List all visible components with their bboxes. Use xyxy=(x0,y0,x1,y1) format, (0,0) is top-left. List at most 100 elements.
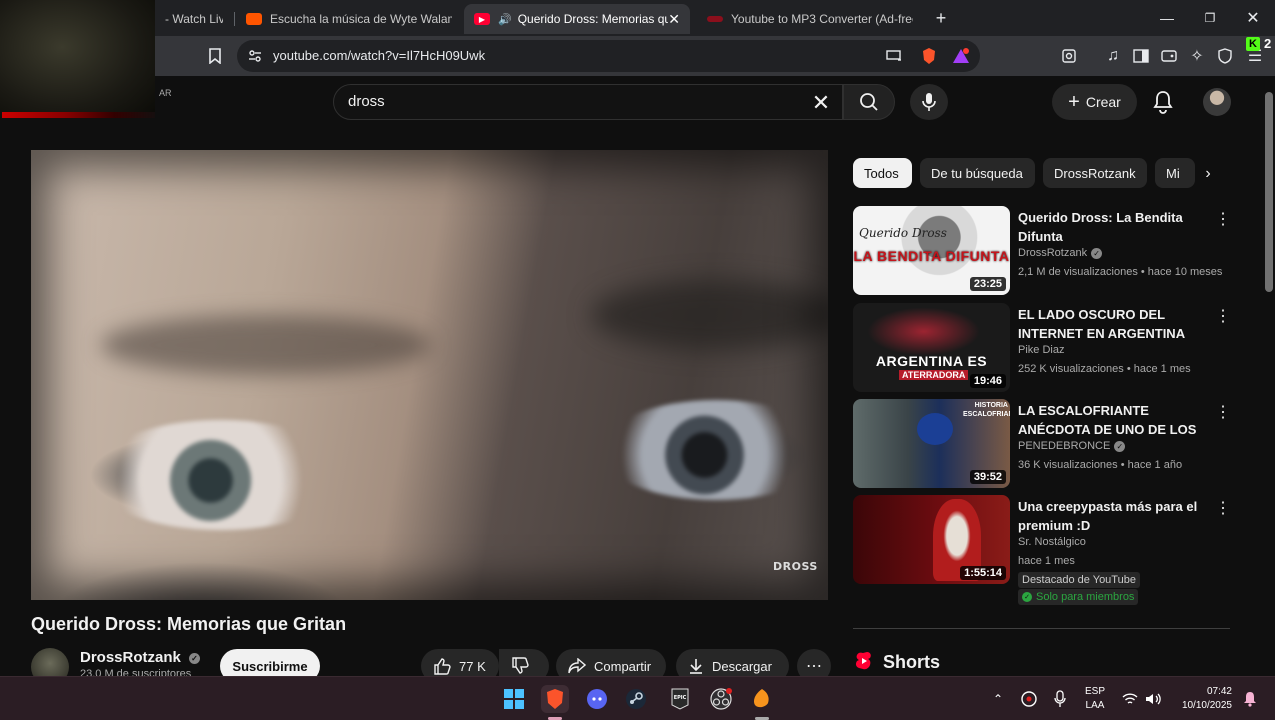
brave-shields-icon[interactable] xyxy=(917,44,941,68)
browser-tab-bar: - Watch Live Escucha la música de Wyte W… xyxy=(0,0,1275,36)
recommendation-channel[interactable]: Pike Diaz xyxy=(1018,344,1064,356)
recommendation-channel[interactable]: Sr. Nostálgico xyxy=(1018,536,1086,548)
chevron-right-icon[interactable]: › xyxy=(1195,160,1221,188)
minimize-icon[interactable]: — xyxy=(1152,6,1182,30)
discord-icon[interactable] xyxy=(583,685,611,713)
verified-icon: ✓ xyxy=(1114,440,1126,452)
tab-label: Querido Dross: Memorias que xyxy=(517,12,668,26)
video-thumbnail[interactable]: ARGENTINA ES ATERRADORA 19:46 xyxy=(853,303,1010,392)
chip-todos[interactable]: Todos xyxy=(853,158,912,188)
video-thumbnail[interactable]: 1:55:14 xyxy=(853,495,1010,584)
kick-extension-badge[interactable]: K 2 xyxy=(1246,36,1271,51)
close-tab-icon[interactable]: ✕ xyxy=(668,11,680,28)
channel-name-text: DrossRotzank xyxy=(80,649,181,666)
clear-search-icon[interactable]: ✕ xyxy=(809,90,833,115)
chip-drossrotzank[interactable]: DrossRotzank xyxy=(1043,158,1147,188)
recommendation-meta: 252 K visualizaciones • hace 1 mes xyxy=(1018,363,1191,375)
close-window-icon[interactable]: ✕ xyxy=(1238,6,1268,30)
youtube-icon: ▶ xyxy=(474,13,490,25)
sidebar-icon[interactable] xyxy=(1129,44,1153,68)
obs-studio-icon[interactable] xyxy=(707,685,735,713)
windows-taskbar: EPIC ⌃ ESP LAA 07:42 10/10/2025 xyxy=(0,676,1275,720)
tab-watch-live[interactable]: - Watch Live xyxy=(155,4,233,34)
recommendation-item[interactable]: ARGENTINA ES ATERRADORA 19:46 EL LADO OS… xyxy=(853,303,1233,393)
recommendation-title[interactable]: Querido Dross: La Bendita Difunta xyxy=(1018,208,1208,246)
video-thumbnail[interactable]: HISTORIA ESCALOFRIANTE! 39:52 xyxy=(853,399,1010,488)
thumbnail-text: HISTORIA ESCALOFRIANTE! xyxy=(963,402,1010,418)
music-icon[interactable]: ♫ xyxy=(1101,44,1125,68)
recommendation-channel[interactable]: PENEDEBRONCE ✓ xyxy=(1018,440,1126,452)
members-icon: ✓ xyxy=(1022,592,1032,602)
video-duration: 19:46 xyxy=(969,374,1006,388)
kick-icon: K xyxy=(1246,36,1260,51)
recommendation-item[interactable]: Querido Dross LA BENDITA DIFUNTA 23:25 Q… xyxy=(853,206,1233,296)
fl-studio-icon[interactable] xyxy=(748,685,776,713)
clock-date: 10/10/2025 xyxy=(1181,700,1232,711)
tab-divider xyxy=(234,12,235,26)
video-player[interactable]: DROSS xyxy=(31,150,828,600)
tray-app-icon[interactable] xyxy=(1016,685,1042,713)
vpn-icon[interactable] xyxy=(1213,44,1237,68)
clock[interactable]: 07:42 10/10/2025 xyxy=(1170,685,1232,713)
chip-de-tu-busqueda[interactable]: De tu búsqueda xyxy=(920,158,1035,188)
kick-count: 2 xyxy=(1264,36,1272,51)
leo-ai-icon[interactable]: ✧ xyxy=(1185,44,1209,68)
plus-icon: + xyxy=(1068,91,1080,113)
search-box[interactable]: ✕ xyxy=(333,84,843,120)
tab-active-video[interactable]: ▶ 🔊 Querido Dross: Memorias que ✕ xyxy=(464,4,690,34)
create-button[interactable]: + Crear xyxy=(1052,84,1137,120)
site-settings-icon[interactable] xyxy=(243,44,267,68)
recommendation-title[interactable]: LA ESCALOFRIANTE ANÉCDOTA DE UNO DE LOS … xyxy=(1018,401,1208,439)
restore-icon[interactable]: ❐ xyxy=(1195,6,1225,30)
verified-icon: ✓ xyxy=(189,652,201,664)
microphone-tray-icon[interactable] xyxy=(1047,685,1073,713)
chevron-up-icon[interactable]: ⌃ xyxy=(986,685,1010,713)
thumbnail-text: ARGENTINA ES xyxy=(875,353,988,369)
more-options-icon[interactable]: ⋮ xyxy=(1215,307,1231,327)
reading-mode-icon[interactable] xyxy=(1057,44,1081,68)
address-bar[interactable]: youtube.com/watch?v=Il7HcH09Uwk xyxy=(237,40,980,72)
recommendation-title[interactable]: EL LADO OSCURO DEL INTERNET EN ARGENTINA xyxy=(1018,305,1208,343)
wifi-icon[interactable] xyxy=(1118,685,1142,713)
thumbs-up-icon xyxy=(434,658,451,675)
search-button[interactable] xyxy=(843,84,895,120)
members-only-badge: ✓ Solo para miembros xyxy=(1018,589,1139,605)
wallet-icon[interactable] xyxy=(1157,44,1181,68)
webcam-overlay-label: AR xyxy=(159,88,172,98)
chip-mi[interactable]: Mi xyxy=(1155,158,1195,188)
input-language[interactable]: ESP LAA xyxy=(1080,685,1110,713)
url-text: youtube.com/watch?v=Il7HcH09Uwk xyxy=(273,48,486,63)
epic-games-icon[interactable]: EPIC xyxy=(666,685,694,713)
more-options-icon[interactable]: ⋮ xyxy=(1215,403,1231,423)
recommendation-item[interactable]: HISTORIA ESCALOFRIANTE! 39:52 LA ESCALOF… xyxy=(853,399,1233,489)
recommendation-channel[interactable]: DrossRotzank ✓ xyxy=(1018,247,1103,259)
page-scrollbar[interactable] xyxy=(1263,76,1275,676)
tab-mp3-converter[interactable]: Youtube to MP3 Converter (Ad-free) xyxy=(697,4,923,34)
more-options-icon[interactable]: ⋮ xyxy=(1215,499,1231,519)
notification-center-icon[interactable] xyxy=(1238,685,1262,713)
section-divider xyxy=(853,628,1230,629)
more-options-icon[interactable]: ⋮ xyxy=(1215,210,1231,230)
brave-browser-icon[interactable] xyxy=(541,685,569,713)
bookmark-icon[interactable] xyxy=(203,44,227,68)
volume-icon[interactable] xyxy=(1141,685,1165,713)
scrollbar-thumb[interactable] xyxy=(1265,92,1273,292)
channel-watermark: DROSS xyxy=(773,560,818,573)
search-input[interactable] xyxy=(348,93,788,110)
cast-icon[interactable] xyxy=(882,44,906,68)
video-thumbnail[interactable]: Querido Dross LA BENDITA DIFUNTA 23:25 xyxy=(853,206,1010,295)
recommendation-item[interactable]: 1:55:14 Una creepypasta más para el prem… xyxy=(853,495,1233,607)
video-duration: 39:52 xyxy=(969,470,1006,484)
steam-icon[interactable] xyxy=(622,685,650,713)
channel-name[interactable]: DrossRotzank ✓ xyxy=(80,649,201,666)
recommendation-meta: 36 K visualizaciones • hace 1 año xyxy=(1018,459,1183,471)
new-tab-icon[interactable]: + xyxy=(926,6,956,30)
notifications-bell-icon[interactable] xyxy=(1152,90,1176,114)
brave-rewards-icon[interactable] xyxy=(949,44,973,68)
voice-search-button[interactable] xyxy=(910,84,948,120)
tab-soundcloud[interactable]: Escucha la música de Wyte Walam | D xyxy=(236,4,462,34)
user-avatar[interactable] xyxy=(1203,88,1231,116)
tab-label: Escucha la música de Wyte Walam | D xyxy=(270,12,452,26)
recommendation-title[interactable]: Una creepypasta más para el premium :D xyxy=(1018,497,1208,535)
windows-start-icon[interactable] xyxy=(500,685,528,713)
